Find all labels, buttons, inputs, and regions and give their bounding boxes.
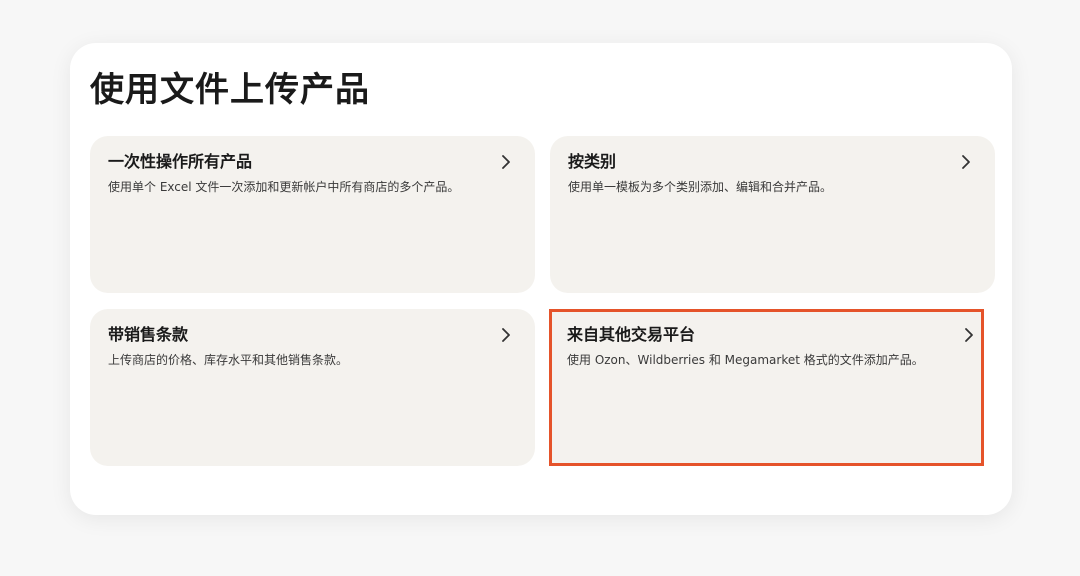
card-title: 一次性操作所有产品	[108, 152, 253, 171]
card-title: 带销售条款	[108, 325, 189, 344]
card-other-marketplaces[interactable]: 来自其他交易平台 使用 Ozon、Wildberries 和 Megamarke…	[549, 309, 984, 466]
chevron-right-icon[interactable]	[959, 152, 973, 172]
chevron-right-icon[interactable]	[499, 325, 513, 345]
chevron-right-icon[interactable]	[499, 152, 513, 172]
card-description: 使用单一模板为多个类别添加、编辑和合并产品。	[568, 180, 833, 194]
page-title: 使用文件上传产品	[90, 70, 370, 110]
card-all-products[interactable]: 一次性操作所有产品 使用单个 Excel 文件一次添加和更新帐户中所有商店的多个…	[90, 136, 535, 293]
card-title: 按类别	[568, 152, 617, 171]
card-by-category[interactable]: 按类别 使用单一模板为多个类别添加、编辑和合并产品。	[550, 136, 995, 293]
card-description: 上传商店的价格、库存水平和其他销售条款。	[108, 353, 349, 367]
chevron-right-icon[interactable]	[962, 325, 976, 345]
card-description: 使用单个 Excel 文件一次添加和更新帐户中所有商店的多个产品。	[108, 180, 460, 194]
card-title: 来自其他交易平台	[567, 325, 696, 344]
card-sales-terms[interactable]: 带销售条款 上传商店的价格、库存水平和其他销售条款。	[90, 309, 535, 466]
card-description: 使用 Ozon、Wildberries 和 Megamarket 格式的文件添加…	[567, 353, 924, 367]
